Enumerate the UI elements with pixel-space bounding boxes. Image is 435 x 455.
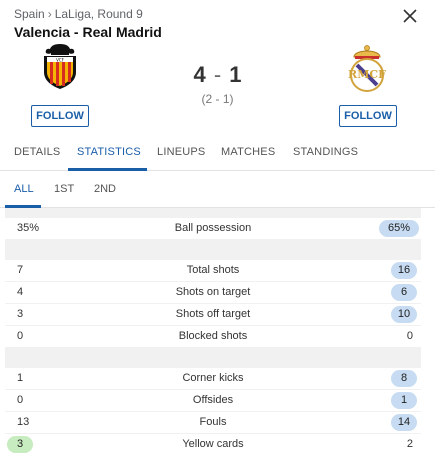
stat-row-fouls: 13 Fouls 14: [5, 412, 421, 433]
stat-away-value: 6: [391, 284, 417, 301]
stat-away-value: 65%: [379, 220, 419, 237]
subtab-all[interactable]: ALL: [14, 183, 34, 195]
tab-details[interactable]: DETAILS: [14, 146, 60, 158]
stat-away-value: 16: [391, 262, 417, 279]
stat-name: Offsides: [192, 394, 234, 406]
tab-active-indicator: [68, 168, 147, 171]
stat-name: Corner kicks: [182, 372, 244, 384]
stat-row-total-shots: 7 Total shots 16: [5, 260, 421, 281]
period-tabs: ALL 1ST 2ND: [0, 172, 435, 208]
stat-name: Shots off target: [175, 308, 251, 320]
real-madrid-crest-icon: RMCF: [348, 45, 386, 92]
stat-name: Fouls: [199, 416, 227, 428]
stat-row-ball-possession: 35% Ball possession 65%: [5, 218, 421, 239]
match-header: Spain › LaLiga, Round 9 Valencia - Real Ma…: [0, 0, 435, 208]
follow-away-button[interactable]: FOLLOW: [339, 105, 397, 127]
tab-statistics[interactable]: STATISTICS: [77, 146, 141, 158]
tab-standings[interactable]: STANDINGS: [293, 146, 358, 158]
stat-row-shots-on-target: 4 Shots on target 6: [5, 282, 421, 303]
stat-away-value: 8: [391, 370, 417, 387]
breadcrumb: Spain › LaLiga, Round 9: [14, 7, 143, 21]
follow-home-button[interactable]: FOLLOW: [31, 105, 89, 127]
stat-name: Blocked shots: [178, 330, 248, 342]
stat-away-value: 2: [406, 438, 413, 450]
close-icon[interactable]: [401, 7, 419, 25]
stat-row-shots-off-target: 3 Shots off target 10: [5, 304, 421, 325]
score-separator: -: [213, 62, 222, 87]
statistics-list: 35% Ball possession 65% 7 Total shots 16…: [5, 208, 421, 455]
away-score: 1: [229, 62, 242, 87]
svg-text:RMCF: RMCF: [348, 68, 386, 81]
stat-row-offsides: 0 Offsides 1: [5, 390, 421, 411]
breadcrumb-competition[interactable]: LaLiga, Round 9: [55, 7, 143, 21]
subtab-2nd[interactable]: 2ND: [94, 183, 116, 195]
stat-row-corner-kicks: 1 Corner kicks 8: [5, 368, 421, 389]
stat-name: Total shots: [186, 264, 240, 276]
home-score: 4: [193, 62, 206, 87]
stat-name: Yellow cards: [182, 438, 244, 450]
stat-name: Ball possession: [174, 222, 252, 234]
stat-away-value: 14: [391, 414, 417, 431]
tab-lineups[interactable]: LINEUPS: [157, 146, 205, 158]
tab-matches[interactable]: MATCHES: [221, 146, 275, 158]
stat-away-value: 0: [406, 330, 413, 342]
stat-name: Shots on target: [175, 286, 251, 298]
match-title: Valencia - Real Madrid: [14, 24, 162, 40]
subtab-1st[interactable]: 1ST: [54, 183, 74, 195]
stat-away-value: 1: [391, 392, 417, 409]
breadcrumb-country[interactable]: Spain: [14, 7, 45, 21]
breadcrumb-separator: ›: [47, 7, 52, 21]
main-tabs: DETAILS STATISTICS LINEUPS MATCHES STAND…: [0, 141, 435, 171]
stat-row-yellow-cards: 3 Yellow cards 2: [5, 434, 421, 455]
stat-row-blocked-shots: 0 Blocked shots 0: [5, 326, 421, 347]
stat-away-value: 10: [391, 306, 417, 323]
